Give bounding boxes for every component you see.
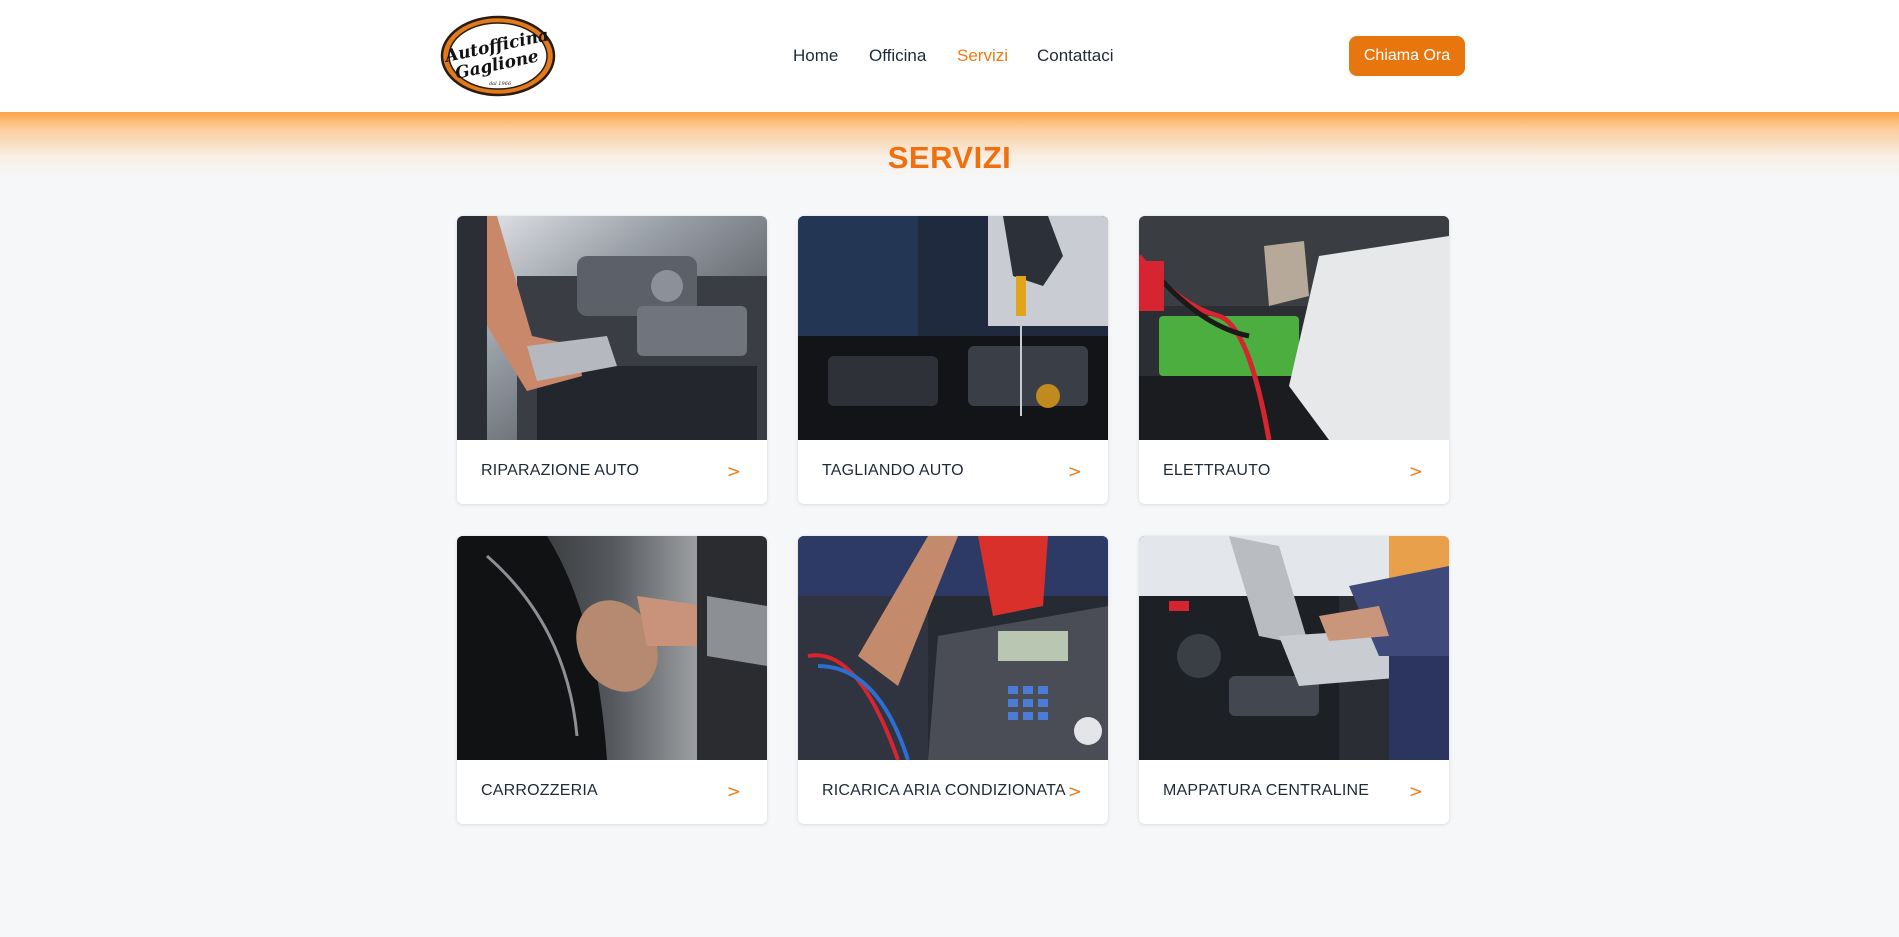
service-card-mappatura-centraline[interactable]: MAPPATURA CENTRALINE > <box>1139 536 1449 824</box>
card-label: ELETTRAUTO <box>1163 462 1271 479</box>
nav-officina[interactable]: Officina <box>869 46 926 66</box>
service-card-ricarica-aria-condizionata[interactable]: RICARICA ARIA CONDIZIONATA > <box>798 536 1108 824</box>
nav-servizi[interactable]: Servizi <box>957 46 1008 66</box>
nav-home[interactable]: Home <box>793 46 838 66</box>
card-footer: MAPPATURA CENTRALINE > <box>1139 760 1449 824</box>
oil-dipstick-photo <box>798 216 1108 440</box>
chevron-right-icon[interactable]: > <box>727 462 741 482</box>
service-card-riparazione-auto[interactable]: RIPARAZIONE AUTO > <box>457 216 767 504</box>
engine-repair-photo <box>457 216 767 440</box>
main-nav: Home Officina Servizi Contattaci <box>0 0 1899 112</box>
chevron-right-icon[interactable]: > <box>1068 462 1082 482</box>
card-label: RIPARAZIONE AUTO <box>481 462 640 479</box>
card-label: TAGLIANDO AUTO <box>822 462 964 479</box>
car-polishing-photo <box>457 536 767 760</box>
chevron-right-icon[interactable]: > <box>727 782 741 802</box>
service-card-tagliando-auto[interactable]: TAGLIANDO AUTO > <box>798 216 1108 504</box>
card-footer: ELETTRAUTO > <box>1139 440 1449 504</box>
chevron-right-icon[interactable]: > <box>1068 782 1082 802</box>
chevron-right-icon[interactable]: > <box>1409 782 1423 802</box>
site-header: Autofficina Gaglione dal 1966 Home Offic… <box>0 0 1899 112</box>
ac-recharge-photo <box>798 536 1108 760</box>
card-footer: RICARICA ARIA CONDIZIONATA > <box>798 760 1108 824</box>
card-footer: TAGLIANDO AUTO > <box>798 440 1108 504</box>
page-title: SERVIZI <box>887 140 1012 175</box>
card-footer: CARROZZERIA > <box>457 760 767 824</box>
ecu-laptop-photo <box>1139 536 1449 760</box>
card-footer: RIPARAZIONE AUTO > <box>457 440 767 504</box>
nav-contattaci[interactable]: Contattaci <box>1037 46 1114 66</box>
card-label: CARROZZERIA <box>481 782 598 799</box>
call-now-button[interactable]: Chiama Ora <box>1349 36 1465 76</box>
card-label: MAPPATURA CENTRALINE <box>1163 782 1370 799</box>
service-card-carrozzeria[interactable]: CARROZZERIA > <box>457 536 767 824</box>
chevron-right-icon[interactable]: > <box>1409 462 1423 482</box>
card-label: RICARICA ARIA CONDIZIONATA <box>822 782 1066 799</box>
jumper-cables-photo <box>1139 216 1449 440</box>
service-card-elettrauto[interactable]: ELETTRAUTO > <box>1139 216 1449 504</box>
